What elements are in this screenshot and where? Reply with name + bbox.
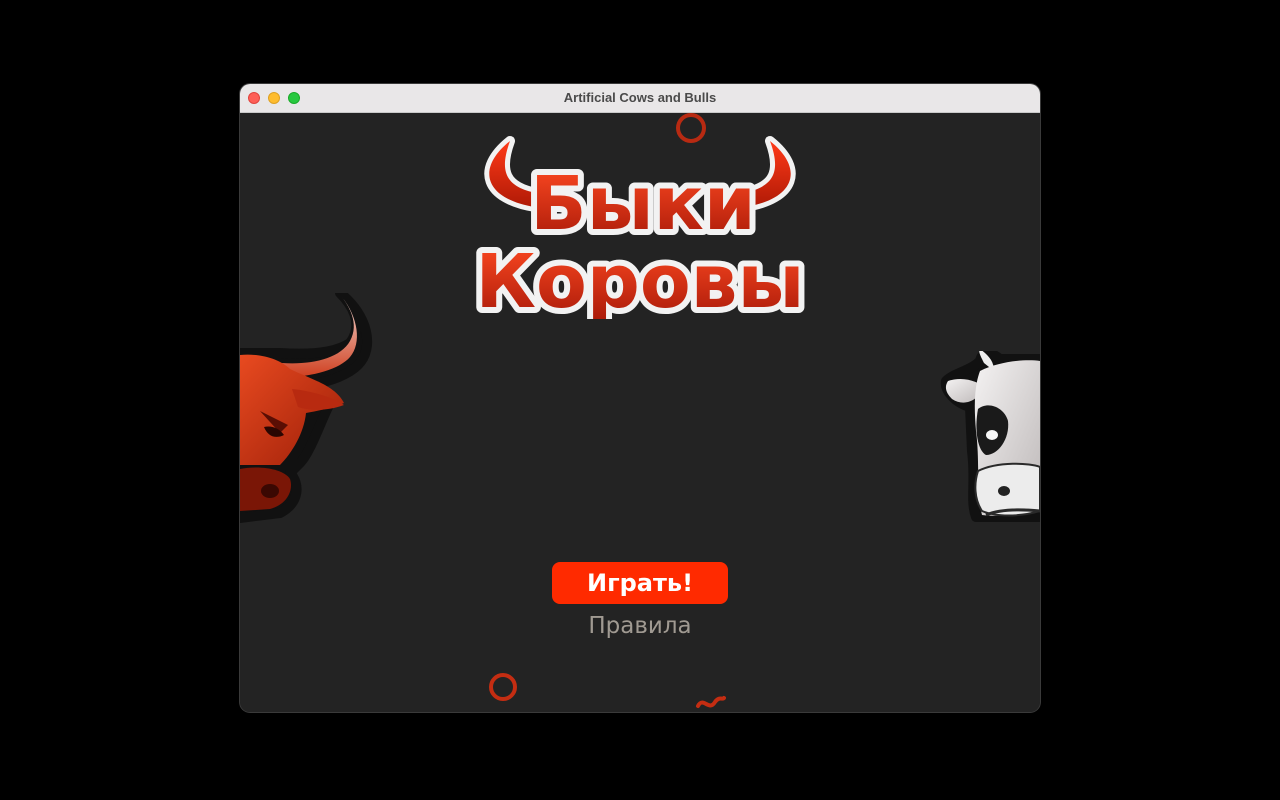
rules-button[interactable]: Правила	[540, 613, 740, 643]
bull-illustration	[240, 293, 373, 523]
logo-line-1: Быки	[530, 161, 755, 247]
app-window: Artificial Cows and Bulls Быки Коровы Иг…	[240, 84, 1040, 712]
ring-decoration-bottom	[489, 673, 517, 701]
main-menu-screen: Быки Коровы Играть! Правила	[240, 113, 1040, 712]
logo-line-2: Коровы	[476, 239, 805, 319]
squiggle-decoration	[696, 696, 726, 708]
play-button[interactable]: Играть!	[552, 562, 728, 604]
window-title: Artificial Cows and Bulls	[563, 90, 717, 105]
cow-illustration	[940, 351, 1040, 522]
title-bar[interactable]: Artificial Cows and Bulls	[240, 84, 1040, 113]
game-logo: Быки Коровы	[470, 136, 810, 319]
